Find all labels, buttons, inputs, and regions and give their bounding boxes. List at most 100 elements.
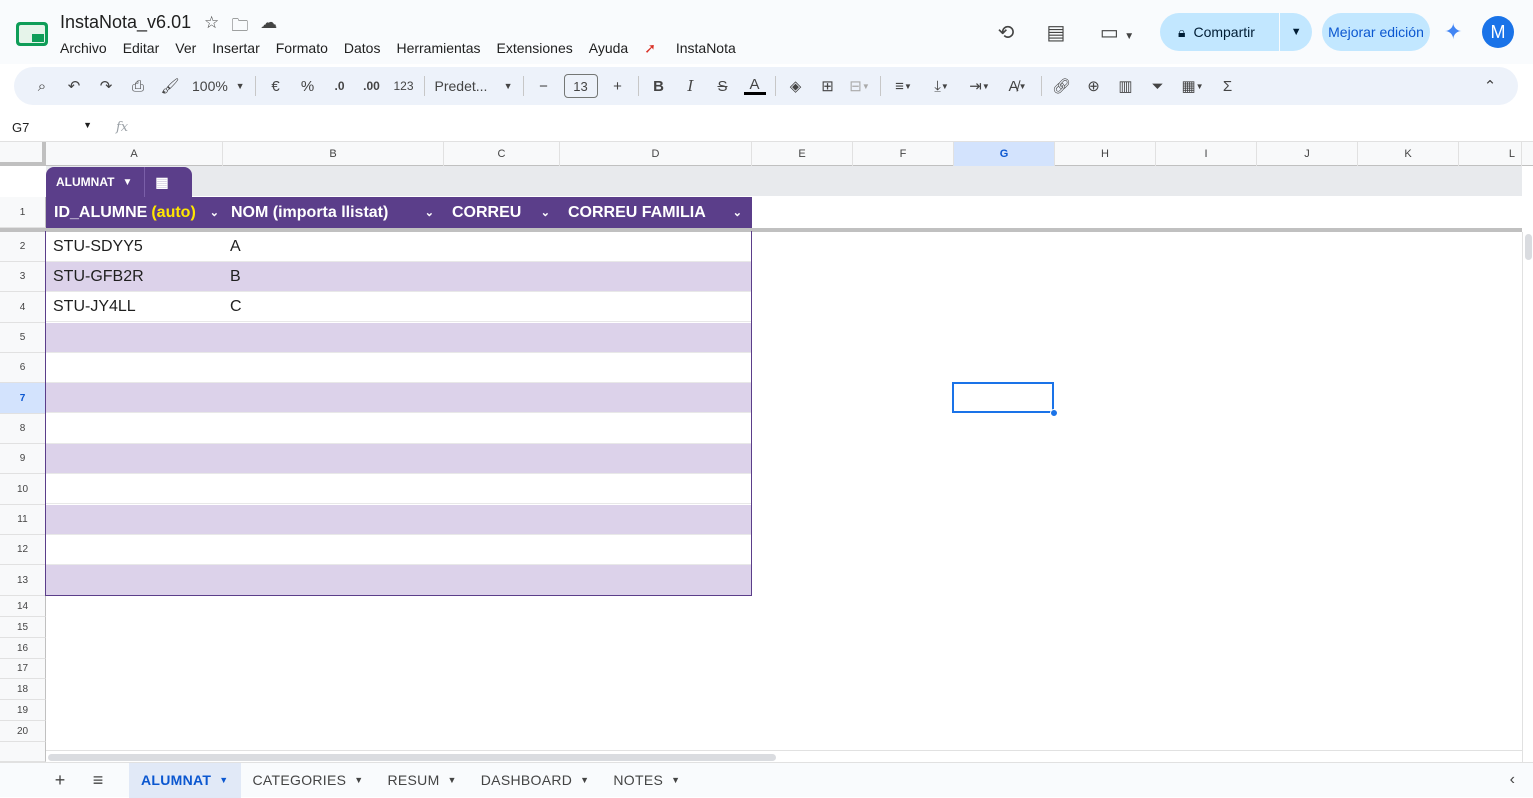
column-header-l[interactable]: L: [1459, 142, 1522, 166]
table-cell[interactable]: STU-JY4LL: [46, 292, 223, 322]
sheet-tab-alumnat[interactable]: ALUMNAT ▼: [129, 762, 241, 798]
column-filter-chevron-icon[interactable]: ⌄: [733, 206, 742, 219]
insert-link-icon[interactable]: 🔗︎: [1046, 72, 1078, 100]
row-header-19[interactable]: 19: [0, 700, 46, 721]
table-cell[interactable]: STU-SDYY5: [46, 232, 223, 262]
row-header-13[interactable]: 13: [0, 565, 46, 596]
row-header-1[interactable]: 1: [0, 197, 46, 228]
menu-herramientas[interactable]: Herramientas: [396, 40, 488, 57]
spreadsheet-grid[interactable]: A B C D E F G H I J K L ALUMNAT ▼ ▦ 1 2 …: [0, 142, 1533, 762]
row-header-5[interactable]: 5: [0, 323, 46, 353]
column-header-d[interactable]: D: [560, 142, 752, 166]
horizontal-scroll-thumb[interactable]: [48, 754, 776, 761]
column-header-b[interactable]: B: [223, 142, 444, 166]
add-sheet-icon[interactable]: +: [41, 770, 79, 791]
strikethrough-button[interactable]: S: [707, 72, 739, 100]
row-header-6[interactable]: 6: [0, 353, 46, 383]
print-icon[interactable]: ⎙: [122, 72, 154, 100]
row-header-18[interactable]: 18: [0, 679, 46, 700]
table-row[interactable]: [46, 414, 752, 444]
decrease-font-size-icon[interactable]: −: [528, 72, 560, 100]
menu-extensiones[interactable]: Extensiones: [496, 40, 580, 57]
horizontal-align-icon[interactable]: ≡ ▼: [885, 72, 923, 100]
sheet-tab-notes[interactable]: NOTES ▼: [601, 763, 692, 798]
menu-instanota[interactable]: ➚ InstaNota: [644, 40, 760, 57]
table-header-correu-familia[interactable]: CORREU FAMILIA ⌄: [560, 197, 752, 228]
text-rotation-icon[interactable]: A̸ ▼: [999, 72, 1037, 100]
all-sheets-menu-icon[interactable]: ≡: [79, 770, 117, 791]
row-header-11[interactable]: 11: [0, 505, 46, 535]
text-color-button[interactable]: A: [739, 72, 771, 100]
table-cell[interactable]: [444, 232, 560, 262]
row-header-17[interactable]: 17: [0, 659, 46, 679]
account-avatar[interactable]: M: [1482, 16, 1514, 48]
filter-icon[interactable]: ⏷: [1142, 72, 1174, 100]
table-name-chip[interactable]: ALUMNAT ▼ ▦: [46, 167, 192, 197]
paint-format-icon[interactable]: 🖌︎: [154, 72, 186, 100]
select-all-corner[interactable]: [0, 142, 46, 166]
table-cell[interactable]: B: [223, 262, 444, 292]
fill-color-icon[interactable]: ◈: [780, 72, 812, 100]
collapse-toolbar-chevron-icon[interactable]: ⌃: [1474, 72, 1506, 100]
menu-insertar[interactable]: Insertar: [212, 40, 267, 57]
redo-icon[interactable]: ↷: [90, 72, 122, 100]
meet-video-icon[interactable]: ▭ ▼: [1092, 20, 1142, 45]
column-header-g[interactable]: G: [954, 142, 1055, 166]
functions-button[interactable]: Σ: [1212, 72, 1244, 100]
filter-views-icon[interactable]: ▦ ▼: [1174, 72, 1212, 100]
row-header-20[interactable]: 20: [0, 721, 46, 742]
row-header-2[interactable]: 2: [0, 232, 46, 262]
table-cell[interactable]: [444, 292, 560, 322]
menu-ayuda[interactable]: Ayuda: [589, 40, 636, 57]
sheet-tab-chevron-icon[interactable]: ▼: [448, 775, 457, 785]
table-row[interactable]: [46, 383, 752, 413]
table-cell[interactable]: [444, 262, 560, 292]
zoom-select[interactable]: 100% ▼: [186, 72, 251, 100]
row-header-3[interactable]: 3: [0, 262, 46, 292]
currency-format-button[interactable]: €: [260, 72, 292, 100]
vertical-scroll-thumb[interactable]: [1525, 234, 1532, 260]
table-cell[interactable]: A: [223, 232, 444, 262]
version-history-icon[interactable]: ⟲: [986, 20, 1026, 45]
row-header-7[interactable]: 7: [0, 383, 46, 414]
row-header-8[interactable]: 8: [0, 414, 46, 444]
comments-icon[interactable]: ▤: [1036, 20, 1076, 45]
sheet-tab-chevron-icon[interactable]: ▼: [671, 775, 680, 785]
table-menu-chevron-icon[interactable]: ▼: [114, 177, 132, 188]
row-header-12[interactable]: 12: [0, 535, 46, 565]
sheet-tab-chevron-icon[interactable]: ▼: [219, 775, 228, 785]
share-button[interactable]: 🔒︎ Compartir ▼: [1160, 13, 1312, 51]
table-row[interactable]: [46, 565, 752, 596]
table-row[interactable]: [46, 444, 752, 474]
row-header-15[interactable]: 15: [0, 617, 46, 638]
column-header-j[interactable]: J: [1257, 142, 1358, 166]
move-folder-icon[interactable]: 🗀: [231, 13, 248, 42]
table-header-id-alumne[interactable]: ID_ALUMNE (auto) ⌄: [46, 197, 223, 228]
column-filter-chevron-icon[interactable]: ⌄: [210, 206, 219, 219]
row-header-21[interactable]: [0, 742, 46, 762]
column-header-i[interactable]: I: [1156, 142, 1257, 166]
italic-button[interactable]: I: [675, 72, 707, 100]
increase-decimals-button[interactable]: .00: [356, 72, 388, 100]
sheet-tab-chevron-icon[interactable]: ▼: [580, 775, 589, 785]
table-row[interactable]: [46, 323, 752, 353]
table-cell[interactable]: STU-GFB2R: [46, 262, 223, 292]
vertical-align-icon[interactable]: ⤓ ▼: [923, 72, 961, 100]
sheet-tab-chevron-icon[interactable]: ▼: [354, 775, 363, 785]
name-box[interactable]: G7 ▼: [0, 120, 100, 135]
vertical-scrollbar[interactable]: [1522, 232, 1533, 762]
row-header-10[interactable]: 10: [0, 474, 46, 505]
share-dropdown-chevron-icon[interactable]: ▼: [1280, 26, 1312, 38]
column-header-e[interactable]: E: [752, 142, 853, 166]
table-cell[interactable]: [560, 262, 752, 292]
percent-format-button[interactable]: %: [292, 72, 324, 100]
improve-edition-button[interactable]: Mejorar edición: [1322, 13, 1430, 51]
merge-cells-icon[interactable]: ⊟ ▼: [844, 72, 876, 100]
font-size-input[interactable]: 13: [563, 74, 598, 98]
cloud-status-icon[interactable]: ☁: [260, 13, 277, 42]
menu-archivo[interactable]: Archivo: [60, 40, 115, 57]
search-menus-icon[interactable]: ⌕: [26, 72, 58, 100]
sheet-tab-resum[interactable]: RESUM ▼: [375, 763, 468, 798]
text-wrapping-icon[interactable]: ⇥ ▼: [961, 72, 999, 100]
sheet-tab-categories[interactable]: CATEGORIES ▼: [241, 763, 376, 798]
